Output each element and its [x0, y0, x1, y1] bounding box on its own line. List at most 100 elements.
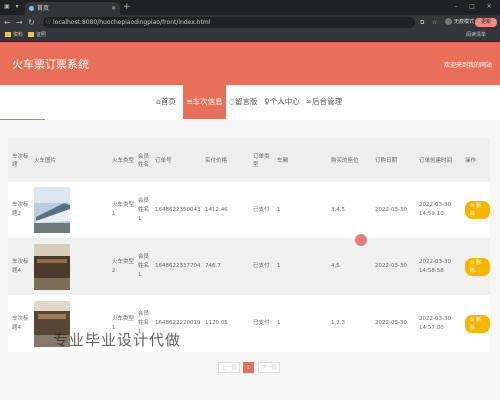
- cell-member: 会员姓名1: [134, 238, 151, 295]
- cell-created: 2022-03-30 14:59:10: [415, 182, 461, 238]
- cell-seats: 3,4,5: [327, 182, 371, 238]
- back-icon[interactable]: ←: [4, 17, 11, 28]
- column-header: 火车类型: [108, 138, 134, 182]
- bookmark-folder-2[interactable]: 证照: [28, 31, 46, 40]
- cell-carriage: 1: [273, 295, 327, 352]
- train-photo[interactable]: [34, 187, 70, 233]
- column-header: 订购日期: [371, 138, 415, 182]
- nav-item-train-info[interactable]: ≡车次信息: [183, 85, 226, 119]
- cell-price: 1120.05: [201, 295, 249, 352]
- cell-date: 2022-03-30: [371, 238, 415, 295]
- column-header: 购买的座位: [327, 138, 371, 182]
- nav-item-label: 首页: [160, 97, 176, 106]
- folder-icon: [5, 32, 11, 37]
- cell-order-no: 1648622337704: [151, 238, 201, 295]
- orders-table: 车次标题 火车图片 火车类型 会员姓名 订单号 实付价格 订单类型 车厢 购买的…: [8, 138, 490, 352]
- minimize-icon[interactable]: –: [452, 3, 460, 11]
- delete-button[interactable]: ⊘ 删除: [465, 201, 490, 219]
- column-header: 订单号: [151, 138, 201, 182]
- folder-icon: [28, 32, 34, 37]
- cell-title: 车次标题4: [8, 238, 30, 295]
- bookmark-star-icon[interactable]: ☆: [432, 17, 437, 28]
- nav-item-home[interactable]: ⌂首页: [150, 85, 182, 119]
- cursor-indicator: [355, 234, 367, 246]
- cell-type: 火车类型2: [108, 238, 134, 295]
- cell-order-type: 已支付: [249, 295, 273, 352]
- bookmarks-bar: 资料 证照 阅读清单: [0, 30, 500, 42]
- tab-title: 首页: [37, 5, 50, 12]
- tab-search-icon[interactable]: ▾: [13, 3, 21, 11]
- column-header: 操作: [461, 138, 490, 182]
- next-page-button[interactable]: 下一页: [258, 362, 280, 373]
- cell-created: 2022-03-30 14:57:00: [415, 295, 461, 352]
- nav-item-user-center[interactable]: ♀个人中心: [261, 85, 303, 119]
- window-menu-icon[interactable]: ▣: [3, 3, 11, 11]
- reading-list[interactable]: 阅读清单: [466, 31, 486, 40]
- delete-button[interactable]: ⊘ 删除: [465, 257, 490, 276]
- nav-item-message-board[interactable]: ◌留言版: [227, 85, 259, 119]
- column-header: 车厢: [273, 138, 327, 182]
- train-photo[interactable]: [34, 243, 70, 290]
- browser-tab[interactable]: 首页 ✕: [25, 2, 120, 15]
- cell-action: ⊘ 删除: [461, 238, 490, 295]
- cell-action: ⊘ 删除: [461, 182, 490, 238]
- nav-item-label: 留言版: [235, 97, 258, 106]
- column-header: 实付价格: [201, 138, 249, 182]
- site-title: 火车票订票系统: [12, 58, 89, 71]
- incognito-indicator[interactable]: 无痕模式: [445, 18, 474, 27]
- site-info-icon[interactable]: ⓘ: [46, 17, 51, 28]
- column-header: 会员姓名: [134, 138, 151, 182]
- column-header: 订单类型: [249, 138, 273, 182]
- update-button[interactable]: 更新: [475, 18, 497, 27]
- cell-price: 1412.46: [201, 182, 249, 238]
- close-tab-icon[interactable]: ✕: [111, 2, 116, 15]
- table-row: 车次标题4 火车类型2 会员姓名1 1648622337704 746.7 已支…: [8, 238, 490, 295]
- cell-date: 2022-03-30: [371, 182, 415, 238]
- welcome-text: 欢迎来到我的网站: [443, 62, 492, 69]
- column-header: 订单创建时间: [415, 138, 461, 182]
- nav-item-label: 个人中心: [269, 97, 300, 106]
- nav-item-label: 车次信息: [192, 97, 223, 106]
- reload-icon[interactable]: ↻: [28, 17, 35, 28]
- cell-created: 2022-03-30 14:58:58: [415, 238, 461, 295]
- favicon-icon: [29, 6, 34, 11]
- cell-image: [30, 238, 108, 295]
- column-header: 车次标题: [8, 138, 30, 182]
- cell-order-no: 1648622350043: [151, 182, 201, 238]
- prev-page-button[interactable]: 上一页: [218, 362, 240, 373]
- cell-title: 车次标题4: [8, 295, 30, 352]
- browser-tab-strip: ▣ ▾ 首页 ✕ + – □ ✕: [0, 0, 500, 15]
- cell-order-type: 已支付: [249, 182, 273, 238]
- url-text: localhost:8080/huochepiaodingpiao/front/…: [53, 19, 211, 26]
- cell-date: 2022-03-30: [371, 295, 415, 352]
- cell-seats: 1,2,3: [327, 295, 371, 352]
- table-row: 车次标题2 火车类型1 会员姓名1 1648622350043 1412.46 …: [8, 182, 490, 238]
- cell-price: 746.7: [201, 238, 249, 295]
- main-nav: ⌂首页 ≡车次信息 ◌留言版 ♀个人中心 ∞后台管理: [0, 85, 500, 119]
- cell-type: 火车类型1: [108, 182, 134, 238]
- site-header: 火车票订票系统 欢迎来到我的网站: [0, 42, 500, 85]
- cell-action: ⊘ 删除: [461, 295, 490, 352]
- watermark-text: 专业毕业设计代做: [53, 331, 182, 349]
- cell-seats: 4,5: [327, 238, 371, 295]
- forward-icon[interactable]: →: [16, 17, 23, 28]
- content-area: 车次标题 火车图片 火车类型 会员姓名 订单号 实付价格 订单类型 车厢 购买的…: [0, 120, 500, 400]
- nav-item-label: 后台管理: [312, 97, 343, 106]
- bookmark-folder-1[interactable]: 资料: [5, 31, 23, 40]
- delete-button[interactable]: ⊘ 删除: [465, 314, 490, 333]
- current-page-button[interactable]: 1: [243, 362, 254, 373]
- cell-carriage: 1: [273, 238, 327, 295]
- address-toolbar: ← → ↻ ⓘ localhost:8080/huochepiaodingpia…: [0, 15, 500, 30]
- cell-order-type: 已支付: [249, 238, 273, 295]
- cell-carriage: 1: [273, 182, 327, 238]
- cell-member: 会员姓名1: [134, 182, 151, 238]
- cell-title: 车次标题2: [8, 182, 30, 238]
- column-header: 火车图片: [30, 138, 108, 182]
- address-bar[interactable]: ⓘ localhost:8080/huochepiaodingpiao/fron…: [43, 17, 415, 28]
- close-window-icon[interactable]: ✕: [485, 3, 493, 11]
- maximize-icon[interactable]: □: [468, 3, 476, 11]
- nav-item-admin[interactable]: ∞后台管理: [304, 85, 344, 119]
- extension-icon[interactable]: ⧉: [420, 17, 424, 28]
- table-header-row: 车次标题 火车图片 火车类型 会员姓名 订单号 实付价格 订单类型 车厢 购买的…: [8, 138, 490, 182]
- new-tab-icon[interactable]: +: [123, 2, 131, 12]
